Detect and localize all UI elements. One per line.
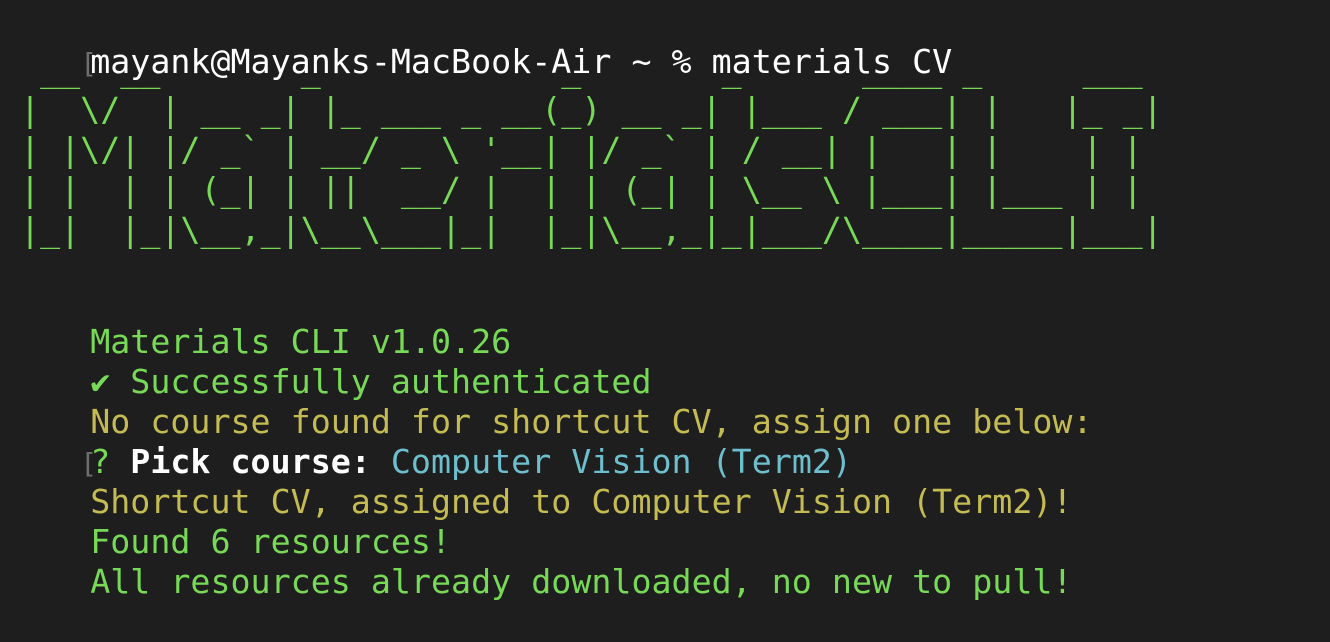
banner-line: | | | | (_| | || __/ | | | (_| | \__ \ |…	[0, 170, 1163, 209]
auth-line: ✔ Successfully authenticated	[0, 322, 651, 401]
pick-course-line: [? Pick course: Computer Vision (Term2)	[0, 402, 852, 481]
version-line: Materials CLI v1.0.26	[0, 282, 511, 361]
downloaded-line: All resources already downloaded, no new…	[0, 522, 1072, 601]
downloaded-text: All resources already downloaded, no new…	[90, 562, 1073, 601]
prompt-line: [mayank@Mayanks-MacBook-Air ~ % material…	[0, 2, 952, 81]
terminal-window[interactable]: [mayank@Mayanks-MacBook-Air ~ % material…	[0, 0, 1330, 601]
assigned-line: Shortcut CV, assigned to Computer Vision…	[0, 442, 1072, 521]
banner-line: | \/ | __ _| |_ ___ _ __(_) __ _| |___ /…	[0, 90, 1163, 129]
banner-line: __ __ _ _ _ ____ _ ___	[0, 50, 1163, 89]
banner-line: |_| |_|\__,_|\__\___|_| |_|\__,_|_|___/\…	[0, 210, 1163, 249]
found-line: Found 6 resources!	[0, 482, 451, 561]
no-course-line: No course found for shortcut CV, assign …	[0, 362, 1092, 441]
banner-line: | |\/| |/ _` | __/ _ \ '__| |/ _` | / __…	[0, 130, 1163, 169]
